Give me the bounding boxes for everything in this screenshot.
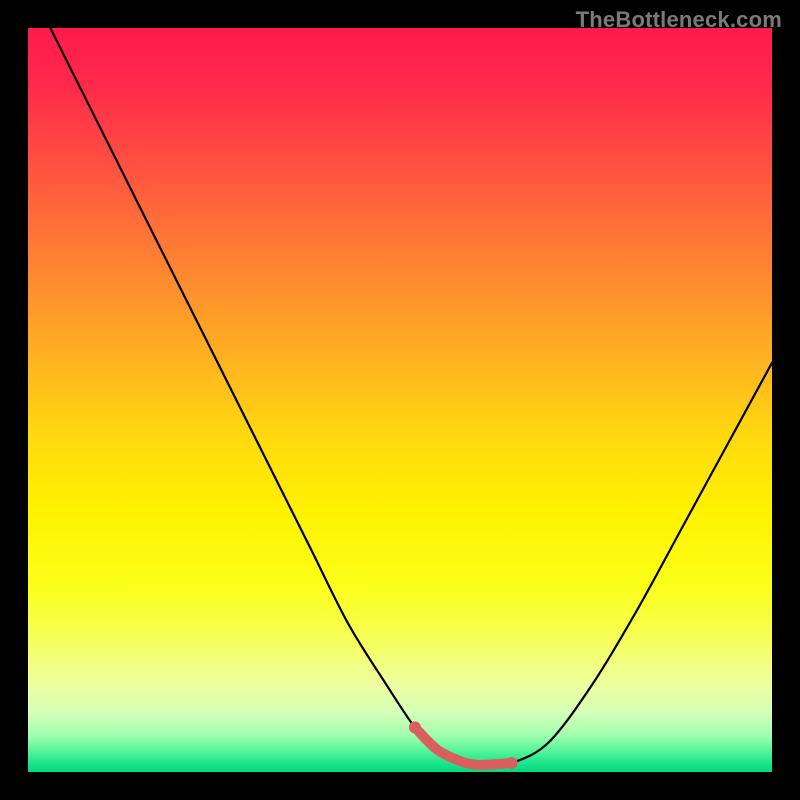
watermark-text: TheBottleneck.com — [576, 7, 782, 33]
highlight-segment — [415, 727, 512, 765]
bottleneck-curve — [50, 28, 772, 765]
highlight-dot-right — [506, 757, 518, 769]
curve-svg — [28, 28, 772, 772]
plot-area — [28, 28, 772, 772]
chart-frame: TheBottleneck.com — [0, 0, 800, 800]
highlight-dot-left — [409, 721, 421, 733]
